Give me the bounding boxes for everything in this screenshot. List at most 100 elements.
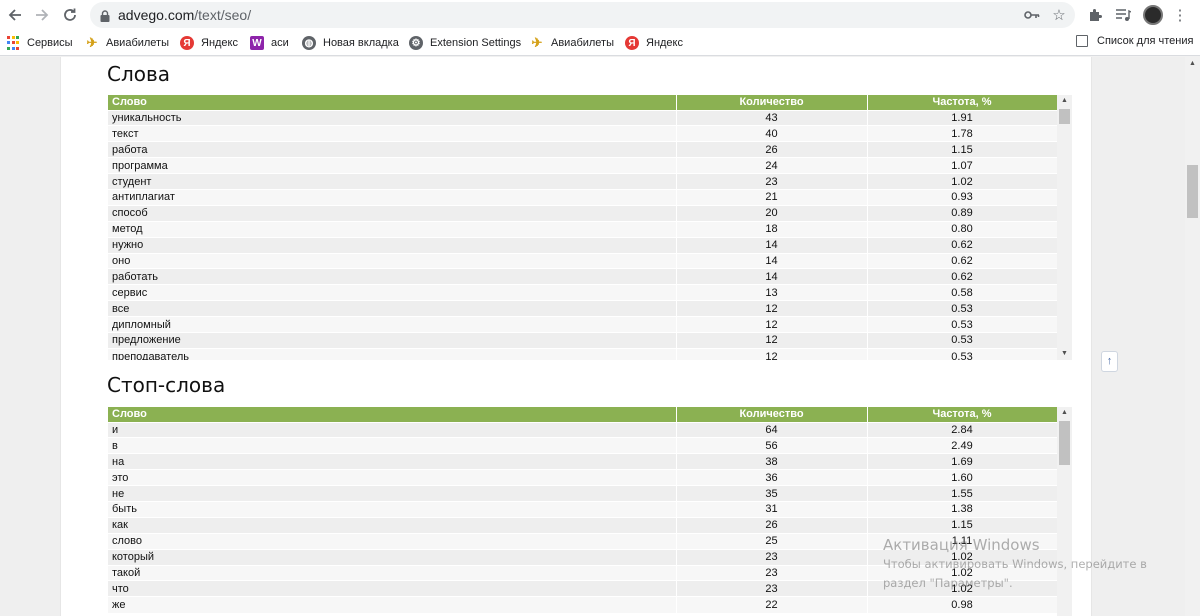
scroll-to-top-button[interactable]: ↑ <box>1101 351 1118 372</box>
cell-word: и <box>108 421 677 438</box>
cell-word: который <box>108 548 677 566</box>
column-header-frequency[interactable]: Частота, % <box>867 95 1058 110</box>
menu-kebab-icon[interactable]: ⋮ <box>1170 5 1190 25</box>
cell-word: слово <box>108 532 677 550</box>
cell-frequency: 0.80 <box>867 220 1058 238</box>
scroll-up-arrow-icon[interactable]: ▲ <box>1057 95 1072 107</box>
table-row: работать 14 0.62 <box>108 268 1058 285</box>
globe-icon: ◍ <box>302 36 316 50</box>
bookmark-aviabilety[interactable]: ✈ Авиабилеты <box>85 35 169 51</box>
cell-word: сервис <box>108 284 677 301</box>
lock-icon <box>100 9 110 22</box>
cell-count: 12 <box>676 300 868 317</box>
cell-frequency: 1.60 <box>867 469 1058 486</box>
cell-count: 23 <box>676 173 868 190</box>
cell-frequency: 0.58 <box>867 284 1058 301</box>
w-icon: W <box>250 36 264 50</box>
words-table-scrollbar[interactable]: ▲ ▼ <box>1057 95 1072 360</box>
watermark-line-1: Чтобы активировать Windows, перейдите в <box>883 557 1147 571</box>
bookmark-services[interactable]: Сервисы <box>6 35 73 51</box>
cell-count: 14 <box>676 236 868 254</box>
key-icon[interactable] <box>1023 6 1041 24</box>
words-section-title: Слова <box>107 62 171 86</box>
stopwords-section-title: Стоп-слова <box>107 373 226 397</box>
cell-count: 31 <box>676 500 868 518</box>
cell-word: быть <box>108 500 677 518</box>
column-header-count[interactable]: Количество <box>676 407 868 422</box>
gear-icon: ⚙ <box>409 36 423 50</box>
words-table-body: уникальность 43 1.91 текст 40 1.78 работа 26 1.1… <box>108 109 1058 360</box>
table-row: программа 24 1.07 <box>108 157 1058 174</box>
table-row: способ 20 0.89 <box>108 204 1058 222</box>
table-row: преподаватель 12 0.53 <box>108 347 1058 360</box>
profile-avatar[interactable] <box>1143 5 1163 25</box>
scroll-up-arrow-icon[interactable]: ▲ <box>1057 407 1072 419</box>
watermark-title: Активация Windows <box>883 536 1040 554</box>
cell-frequency: 1.55 <box>867 485 1058 502</box>
page-body: Слова Слово Количество Частота, % уникал… <box>60 57 1118 616</box>
table-row: нужно 14 0.62 <box>108 236 1058 254</box>
cell-count: 13 <box>676 284 868 301</box>
words-table: Слово Количество Частота, % уникальность… <box>108 95 1058 360</box>
bookmark-aviabilety-2[interactable]: ✈ Авиабилеты <box>530 35 614 51</box>
address-bar[interactable]: advego.com/text/seo/ ☆ <box>90 2 1075 28</box>
scrollbar-thumb[interactable] <box>1059 109 1070 124</box>
bookmarks-bar: Сервисы ✈ Авиабилеты Я Яндекс W аси ◍ Но… <box>0 30 1200 56</box>
column-header-word[interactable]: Слово <box>108 407 677 422</box>
back-arrow-icon[interactable] <box>4 4 26 26</box>
cell-count: 21 <box>676 188 868 206</box>
star-icon[interactable]: ☆ <box>1050 6 1068 24</box>
reload-icon[interactable] <box>59 4 81 26</box>
bookmark-asi[interactable]: W аси <box>250 35 289 51</box>
cell-count: 14 <box>676 268 868 285</box>
scrollbar-thumb[interactable] <box>1059 421 1070 465</box>
url-text: advego.com/text/seo/ <box>118 7 252 23</box>
cell-count: 23 <box>676 548 868 566</box>
cell-count: 25 <box>676 532 868 550</box>
column-header-count[interactable]: Количество <box>676 95 868 110</box>
scroll-up-arrow-icon[interactable]: ▲ <box>1185 57 1200 71</box>
cell-frequency: 1.07 <box>867 157 1058 174</box>
browser-toolbar: advego.com/text/seo/ ☆ ⋮ <box>0 0 1200 30</box>
arrow-up-icon: ↑ <box>1106 355 1113 367</box>
cell-word: метод <box>108 220 677 238</box>
bookmark-yandex[interactable]: Я Яндекс <box>180 35 238 51</box>
table-row: быть 31 1.38 <box>108 500 1058 518</box>
watermark-line-2: раздел "Параметры". <box>883 576 1013 590</box>
scroll-down-arrow-icon[interactable]: ▼ <box>1057 348 1072 360</box>
reading-list-icon <box>1076 35 1088 47</box>
page-scrollbar-thumb[interactable] <box>1187 165 1198 218</box>
cell-frequency: 1.78 <box>867 125 1058 142</box>
cell-count: 18 <box>676 220 868 238</box>
cell-word: студент <box>108 173 677 190</box>
bookmark-yandex-2[interactable]: Я Яндекс <box>625 35 683 51</box>
cell-frequency: 0.93 <box>867 188 1058 206</box>
plane-icon: ✈ <box>531 35 543 50</box>
cell-frequency: 1.69 <box>867 453 1058 470</box>
bookmark-new-tab[interactable]: ◍ Новая вкладка <box>302 35 399 51</box>
cell-count: 23 <box>676 564 868 581</box>
words-table-container[interactable]: Слово Количество Частота, % уникальность… <box>108 95 1074 360</box>
cell-count: 22 <box>676 596 868 613</box>
table-row: уникальность 43 1.91 <box>108 109 1058 126</box>
column-header-word[interactable]: Слово <box>108 95 677 110</box>
cell-count: 40 <box>676 125 868 142</box>
column-header-frequency[interactable]: Частота, % <box>867 407 1058 422</box>
cell-frequency: 2.84 <box>867 421 1058 438</box>
cell-count: 23 <box>676 580 868 597</box>
table-row: дипломный 12 0.53 <box>108 316 1058 333</box>
extensions-puzzle-icon[interactable] <box>1085 5 1105 25</box>
cell-word: в <box>108 437 677 454</box>
media-control-icon[interactable] <box>1113 5 1133 25</box>
cell-frequency: 2.49 <box>867 437 1058 454</box>
reading-list-button[interactable]: Список для чтения <box>1076 35 1193 47</box>
cell-frequency: 1.91 <box>867 109 1058 126</box>
cell-word: предложение <box>108 331 677 349</box>
bookmark-extension-settings[interactable]: ⚙ Extension Settings <box>409 35 521 51</box>
cell-word: что <box>108 580 677 597</box>
forward-arrow-icon[interactable] <box>31 4 53 26</box>
cell-word: текст <box>108 125 677 142</box>
page-scrollbar[interactable]: ▲ <box>1185 57 1200 616</box>
cell-frequency: 0.62 <box>867 268 1058 285</box>
table-row: метод 18 0.80 <box>108 220 1058 238</box>
